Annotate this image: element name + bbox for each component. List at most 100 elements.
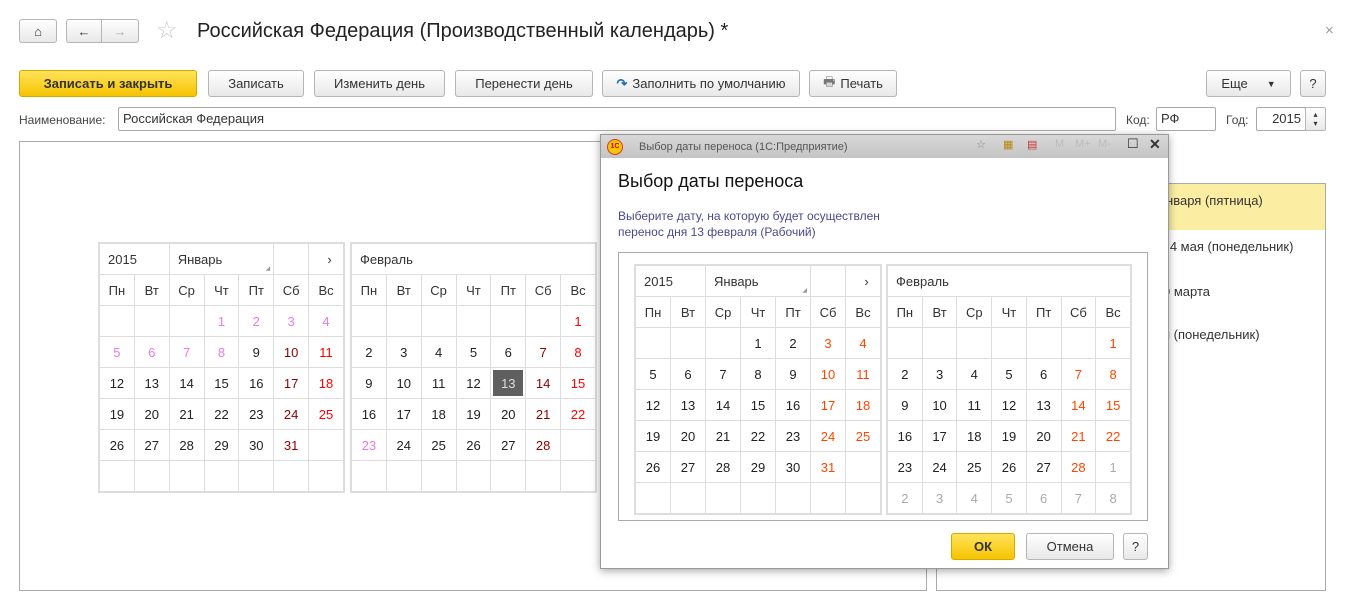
ok-button[interactable]: ОК xyxy=(951,533,1015,560)
day-cell[interactable]: 21 xyxy=(168,398,205,430)
calendar-month-february[interactable]: Февраль Пн Вт Ср Чт Пт Сб Вс 1 2 3 4 5 6 7 8 9 10 11 12 13 14… xyxy=(350,242,597,493)
day-cell[interactable]: 17 xyxy=(385,398,422,430)
day-cell[interactable]: 27 xyxy=(490,429,527,461)
print-button[interactable]: 🖶 Печать xyxy=(809,70,897,97)
day-cell[interactable]: 12 xyxy=(991,389,1027,421)
code-input[interactable]: РФ xyxy=(1156,107,1216,131)
day-cell[interactable]: 31 xyxy=(273,429,310,461)
day-cell[interactable]: 17 xyxy=(810,389,846,421)
home-button[interactable]: ⌂ xyxy=(19,19,57,43)
day-cell[interactable]: 21 xyxy=(525,398,562,430)
day-cell[interactable]: 20 xyxy=(133,398,170,430)
day-cell[interactable]: 15 xyxy=(560,367,596,399)
day-cell[interactable]: 23 xyxy=(238,398,275,430)
day-cell[interactable]: 31 xyxy=(810,451,846,483)
day-cell[interactable]: 3 xyxy=(921,482,958,514)
fill-default-button[interactable]: ↷ Заполнить по умолчанию xyxy=(602,70,800,97)
day-cell[interactable]: 19 xyxy=(455,398,492,430)
day-cell[interactable]: 25 xyxy=(308,398,344,430)
year-stepper[interactable]: ▴ ▾ xyxy=(1305,107,1326,131)
day-cell[interactable]: 16 xyxy=(887,420,923,452)
day-cell[interactable]: 5 xyxy=(635,358,671,390)
day-cell[interactable]: 26 xyxy=(455,429,492,461)
day-cell[interactable]: 6 xyxy=(490,336,527,368)
day-cell[interactable]: 13 xyxy=(1025,389,1062,421)
day-cell[interactable]: 7 xyxy=(168,336,205,368)
day-cell[interactable]: 8 xyxy=(203,336,240,368)
year-selector[interactable]: 2015 xyxy=(99,243,170,275)
day-cell[interactable]: 23 xyxy=(351,429,387,461)
day-cell[interactable]: 25 xyxy=(420,429,457,461)
day-cell[interactable]: 1 xyxy=(560,305,596,337)
day-cell[interactable]: 1 xyxy=(740,327,776,359)
day-cell[interactable]: 28 xyxy=(1060,451,1097,483)
calculator-icon[interactable]: ▦ xyxy=(1003,138,1013,151)
day-cell[interactable]: 23 xyxy=(887,451,923,483)
day-cell[interactable]: 19 xyxy=(991,420,1027,452)
day-cell[interactable]: 22 xyxy=(203,398,240,430)
day-cell[interactable]: 18 xyxy=(308,367,344,399)
day-cell[interactable]: 8 xyxy=(1095,358,1131,390)
day-cell[interactable]: 15 xyxy=(203,367,240,399)
day-cell[interactable]: 23 xyxy=(775,420,811,452)
day-cell[interactable]: 19 xyxy=(635,420,671,452)
day-cell[interactable]: 20 xyxy=(490,398,527,430)
day-cell[interactable]: 25 xyxy=(845,420,881,452)
change-day-button[interactable]: Изменить день xyxy=(314,70,445,97)
day-cell[interactable]: 11 xyxy=(308,336,344,368)
day-cell[interactable]: 14 xyxy=(525,367,562,399)
save-button[interactable]: Записать xyxy=(208,70,304,97)
more-button[interactable]: Еще ▼ xyxy=(1206,70,1291,97)
day-cell[interactable]: 14 xyxy=(705,389,741,421)
day-cell[interactable]: 19 xyxy=(99,398,135,430)
day-cell[interactable]: 28 xyxy=(168,429,205,461)
dialog-calendar-february[interactable]: Февраль Пн Вт Ср Чт Пт Сб Вс 1 2 3 4 5 6 7 8 9 10 11 12 13 14… xyxy=(886,264,1132,515)
day-cell[interactable]: 2 xyxy=(238,305,275,337)
day-cell[interactable]: 17 xyxy=(273,367,310,399)
day-cell[interactable]: 4 xyxy=(845,327,881,359)
day-cell[interactable]: 2 xyxy=(351,336,387,368)
day-cell[interactable]: 17 xyxy=(921,420,958,452)
memory-plus-button[interactable]: M+ xyxy=(1075,138,1091,150)
day-cell[interactable]: 6 xyxy=(1025,358,1062,390)
favorite-star-icon[interactable]: ☆ xyxy=(156,16,178,45)
day-cell[interactable]: 5 xyxy=(455,336,492,368)
day-cell[interactable]: 14 xyxy=(1060,389,1097,421)
day-cell[interactable]: 3 xyxy=(385,336,422,368)
day-cell[interactable]: 2 xyxy=(775,327,811,359)
day-cell[interactable]: 26 xyxy=(99,429,135,461)
day-cell[interactable]: 9 xyxy=(238,336,275,368)
day-cell[interactable]: 24 xyxy=(810,420,846,452)
day-cell[interactable]: 1 xyxy=(1095,451,1131,483)
day-cell[interactable]: 3 xyxy=(921,358,958,390)
day-cell[interactable]: 8 xyxy=(1095,482,1131,514)
day-cell[interactable]: 4 xyxy=(956,358,993,390)
day-cell[interactable]: 13 xyxy=(133,367,170,399)
year-input[interactable]: 2015 xyxy=(1256,107,1306,131)
favorite-icon[interactable]: ☆ xyxy=(976,138,986,151)
day-cell[interactable]: 24 xyxy=(385,429,422,461)
day-cell[interactable]: 4 xyxy=(956,482,993,514)
day-cell[interactable]: 12 xyxy=(99,367,135,399)
day-cell[interactable]: 10 xyxy=(810,358,846,390)
day-cell[interactable]: 8 xyxy=(740,358,776,390)
day-cell[interactable]: 26 xyxy=(991,451,1027,483)
memory-minus-button[interactable]: M- xyxy=(1098,138,1111,150)
day-cell[interactable]: 7 xyxy=(525,336,562,368)
day-cell[interactable]: 21 xyxy=(705,420,741,452)
day-cell[interactable]: 11 xyxy=(420,367,457,399)
day-cell[interactable]: 1 xyxy=(1095,327,1131,359)
day-cell[interactable]: 2 xyxy=(887,358,923,390)
day-cell[interactable]: 22 xyxy=(1095,420,1131,452)
day-cell[interactable]: 10 xyxy=(921,389,958,421)
dialog-calendar-january[interactable]: 2015 Январь ◢ › Пн Вт Ср Чт Пт Сб Вс 1 2 3 4 5 6 7 8 9 10 11 1… xyxy=(634,264,882,515)
help-button[interactable]: ? xyxy=(1300,70,1326,97)
day-cell[interactable]: 25 xyxy=(956,451,993,483)
name-input[interactable]: Российская Федерация xyxy=(118,107,1116,131)
day-cell[interactable]: 15 xyxy=(1095,389,1131,421)
day-cell[interactable]: 18 xyxy=(956,420,993,452)
day-cell[interactable]: 5 xyxy=(991,358,1027,390)
day-cell[interactable]: 11 xyxy=(845,358,881,390)
day-cell[interactable]: 9 xyxy=(887,389,923,421)
day-cell[interactable]: 13 xyxy=(670,389,706,421)
